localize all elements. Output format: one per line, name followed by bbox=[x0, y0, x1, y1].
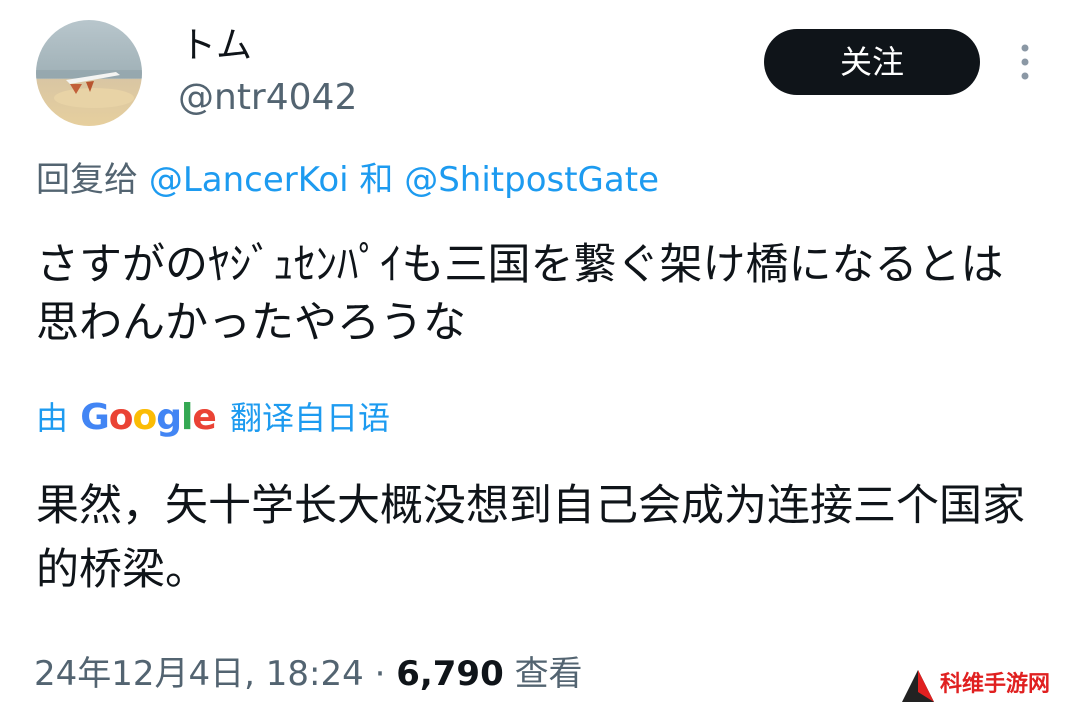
more-vertical-icon[interactable] bbox=[1010, 42, 1040, 82]
google-logo: Google bbox=[80, 397, 217, 438]
meta-separator: · bbox=[374, 654, 386, 694]
translated-text: 果然，矢十学长大概没想到自己会成为连接三个国家的桥梁。 bbox=[36, 481, 1025, 595]
reply-prefix: 回复给 bbox=[36, 160, 138, 200]
views-label: 查看 bbox=[514, 654, 583, 694]
mention-link-shitpostgate[interactable]: @ShitpostGate bbox=[404, 160, 659, 200]
watermark-text: 科维手游网 bbox=[940, 672, 1051, 697]
display-name[interactable]: トム bbox=[180, 24, 252, 68]
translation-attribution[interactable]: 由 Google 翻译自日语 bbox=[36, 396, 390, 440]
reply-conjunction: 和 bbox=[359, 160, 394, 200]
follow-button[interactable]: 关注 bbox=[764, 29, 980, 95]
watermark-logo-icon bbox=[902, 670, 934, 702]
translation-label: 翻译自日语 bbox=[229, 399, 390, 437]
tweet-timestamp[interactable]: 24年12月4日, 18:24 bbox=[34, 654, 364, 694]
tweet-page: トム @ntr4042 关注 回复给 @LancerKoi 和 @Shitpos… bbox=[0, 0, 1080, 712]
tweet-text: さすがのﾔｼﾞｭｾﾝﾊﾟｲも三国を繋ぐ架け橋になるとは思わんかったやろうな bbox=[36, 240, 1004, 348]
avatar[interactable] bbox=[36, 20, 142, 126]
mention-link-lancerkoi[interactable]: @LancerKoi bbox=[149, 160, 349, 200]
avatar-image bbox=[36, 20, 142, 126]
translation-by: 由 bbox=[36, 399, 69, 437]
user-handle[interactable]: @ntr4042 bbox=[178, 76, 357, 120]
reply-context: 回复给 @LancerKoi 和 @ShitpostGate bbox=[36, 158, 659, 202]
views-count: 6,790 bbox=[396, 654, 504, 694]
tweet-meta: 24年12月4日, 18:24 · 6,790 查看 bbox=[34, 652, 583, 696]
watermark: 科维手游网 bbox=[898, 664, 1068, 708]
